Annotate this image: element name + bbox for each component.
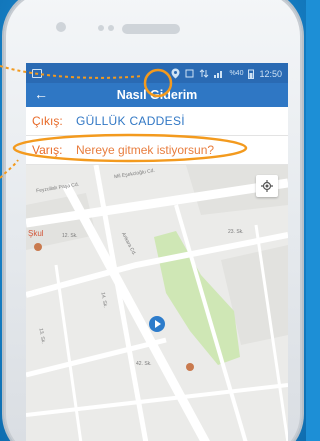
poi-marker-icon[interactable] — [186, 363, 194, 371]
location-pin-icon — [171, 68, 180, 79]
phone-screen: %40 12:50 ← Nasıl Giderim Çıkış: GÜLLÜK … — [26, 63, 288, 441]
map-canvas — [26, 165, 288, 441]
destination-field[interactable]: Varış: Nereye gitmek istiyorsun? — [26, 136, 288, 165]
poi-marker-icon[interactable] — [34, 243, 42, 251]
street-label: 23. Sk. — [228, 229, 244, 235]
app-bar: ← Nasıl Giderim — [26, 83, 288, 107]
origin-field[interactable]: Çıkış: GÜLLÜK CADDESİ — [26, 107, 288, 136]
map-view[interactable]: Feyzullah Paşa Cd. Mil Eşekcioğlu Cd. An… — [26, 165, 288, 441]
crosshair-icon — [261, 180, 273, 192]
battery-percent: %40 — [229, 70, 244, 77]
background: %40 12:50 ← Nasıl Giderim Çıkış: GÜLLÜK … — [0, 0, 306, 441]
sensor — [98, 25, 104, 31]
origin-label: Çıkış: — [32, 114, 63, 128]
earpiece-speaker — [122, 24, 180, 34]
phone-frame: %40 12:50 ← Nasıl Giderim Çıkış: GÜLLÜK … — [4, 0, 302, 441]
front-camera — [56, 22, 66, 32]
data-arrows-icon — [200, 69, 209, 78]
my-location-button[interactable] — [256, 175, 278, 197]
signal-icon — [214, 71, 223, 78]
battery-icon — [248, 69, 255, 79]
current-location-icon[interactable] — [148, 315, 166, 333]
poi-label: Şkul — [28, 229, 44, 238]
back-arrow-icon[interactable]: ← — [34, 86, 48, 102]
status-time: 12:50 — [259, 68, 282, 79]
page-title: Nasıl Giderim — [116, 88, 198, 102]
status-bar: %40 12:50 — [26, 63, 288, 83]
sensor — [108, 25, 114, 31]
origin-value[interactable]: GÜLLÜK CADDESİ — [76, 114, 185, 128]
destination-input[interactable]: Nereye gitmek istiyorsun? — [76, 143, 214, 157]
street-label: 12. Sk. — [62, 233, 78, 239]
notification-icon — [32, 68, 42, 78]
alarm-icon — [185, 69, 194, 78]
street-label: 42. Sk. — [136, 361, 152, 367]
destination-label: Varış: — [32, 143, 63, 157]
